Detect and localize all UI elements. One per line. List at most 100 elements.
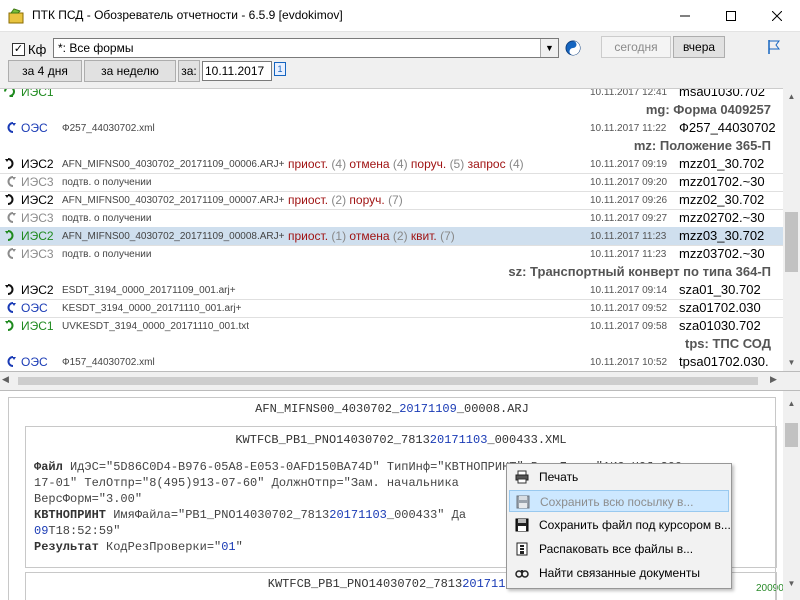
- row-type: ОЭС: [21, 301, 48, 315]
- row-tags: приост. (2) поруч. (7): [288, 193, 403, 207]
- list-row[interactable]: ИЭС1 UVKESDT_3194_0000_20171110_001.txt …: [0, 317, 783, 335]
- row-code: mzz02_30.702: [679, 192, 765, 207]
- list-row[interactable]: ИЭС3 подтв. о получении 10.11.2017 11:23…: [0, 245, 783, 263]
- tag-word: отмена: [349, 229, 390, 243]
- incoming-arrow-icon: [5, 284, 14, 295]
- list-row-selected[interactable]: ИЭС2 AFN_MIFNS00_4030702_20171109_00008.…: [0, 227, 783, 245]
- row-type: ИЭС1: [21, 319, 54, 333]
- section-header: sz: Транспортный конверт по типа 364-П: [0, 263, 783, 281]
- list-scroll-thumb[interactable]: [785, 212, 798, 272]
- row-code: mzz01_30.702: [679, 156, 765, 171]
- row-file: подтв. о получении: [62, 213, 152, 224]
- tag-count: (4): [508, 157, 524, 171]
- row-code: mzz03_30.702: [679, 228, 765, 243]
- section-title: sz: Транспортный конверт по типа 364-П: [508, 264, 771, 279]
- maximize-icon: [726, 11, 736, 21]
- floppy-icon: [516, 495, 530, 509]
- hscroll-thumb[interactable]: [18, 377, 758, 385]
- row-tags: приост. (4) отмена (4) поруч. (5) запрос…: [288, 157, 524, 171]
- tag-word: приост.: [288, 157, 329, 171]
- chevron-down-icon[interactable]: ▼: [540, 39, 558, 57]
- row-type: ИЭС2: [21, 157, 54, 171]
- row-type: ИЭС2: [21, 283, 54, 297]
- kf-checkbox[interactable]: ✓: [12, 43, 25, 56]
- form-filter-select[interactable]: *: Все формы ▼: [53, 38, 559, 58]
- row-file: AFN_MIFNS00_4030702_20171109_00008.ARJ+: [62, 231, 285, 242]
- row-date: 10.11.2017 09:20: [590, 177, 668, 188]
- menu-item-save-file[interactable]: Сохранить файл под курсором в...: [509, 514, 731, 536]
- flag-icon[interactable]: [766, 39, 782, 55]
- list-row[interactable]: ОЭС Ф157_44030702.xml 10.11.2017 10:52 t…: [0, 353, 783, 371]
- tag-count: (7): [440, 229, 455, 243]
- row-file: KESDT_3194_0000_20171110_001.arj+: [62, 303, 242, 314]
- date-input[interactable]: 10.11.2017: [202, 61, 272, 81]
- ies3-arrow-icon: [7, 176, 16, 187]
- scroll-up-icon[interactable]: ▲: [783, 399, 800, 408]
- row-date: 10.11.2017 09:26: [590, 195, 668, 206]
- list-scrollbar[interactable]: ▲ ▼: [783, 88, 800, 371]
- yin-yang-icon[interactable]: [565, 40, 581, 56]
- menu-item-print[interactable]: Печать: [509, 466, 729, 488]
- menu-item-label: Печать: [539, 470, 579, 484]
- list-row[interactable]: ИЭС2 AFN_MIFNS00_4030702_20171109_00006.…: [0, 155, 783, 173]
- list-row-partial[interactable]: ИЭС1 10.11.2017 12:41 msa01030.702: [0, 88, 783, 101]
- row-type: ИЭС3: [21, 247, 54, 261]
- row-type: ИЭС2: [21, 193, 54, 207]
- preview-scrollbar[interactable]: ▲ ▼: [783, 391, 800, 600]
- scroll-left-icon[interactable]: ◀: [2, 374, 9, 385]
- row-code: mzz01702.~30: [679, 174, 765, 189]
- list-row[interactable]: ИЭС2 AFN_MIFNS00_4030702_20171109_00007.…: [0, 191, 783, 209]
- tag-count: (4): [331, 157, 347, 171]
- tag-word: поруч.: [349, 193, 385, 207]
- xml-name: KWTFCB_PB1_PNO14030702_781320171103_0004…: [235, 433, 567, 447]
- tag-word: приост.: [288, 229, 329, 243]
- list-row[interactable]: ОЭС Ф257_44030702.xml 10.11.2017 11:22 Ф…: [0, 119, 783, 137]
- minimize-button[interactable]: [662, 0, 708, 32]
- preview-scroll-thumb[interactable]: [785, 423, 798, 447]
- scroll-down-icon[interactable]: ▼: [783, 354, 800, 371]
- row-code: mzz02702.~30: [679, 210, 765, 225]
- section-title: mz: Положение 365-П: [633, 138, 771, 153]
- scroll-right-icon[interactable]: ▶: [770, 374, 777, 385]
- today-button[interactable]: сегодня: [601, 36, 671, 58]
- week-button[interactable]: за неделю: [84, 60, 176, 82]
- close-icon: [772, 11, 782, 21]
- row-date: 10.11.2017 09:58: [590, 321, 668, 332]
- list-row[interactable]: ИЭС3 подтв. о получении 10.11.2017 09:20…: [0, 173, 783, 191]
- row-file: UVKESDT_3194_0000_20171110_001.txt: [62, 321, 249, 332]
- section-header: mz: Положение 365-П: [0, 137, 783, 155]
- menu-item-save-package[interactable]: Сохранить всю посылку в...: [509, 490, 729, 512]
- row-code: msa01030.702: [679, 88, 766, 99]
- archive-icon: [516, 542, 528, 556]
- section-header: mg: Форма 0409257: [0, 101, 783, 119]
- scroll-up-icon[interactable]: ▲: [783, 88, 800, 105]
- close-button[interactable]: [754, 0, 800, 32]
- menu-item-extract[interactable]: Распаковать все файлы в...: [509, 538, 729, 560]
- scroll-down-icon[interactable]: ▼: [783, 579, 800, 588]
- row-code: sza01030.702: [679, 318, 761, 333]
- date-prefix-button[interactable]: за:: [178, 60, 200, 82]
- row-file: Ф257_44030702.xml: [62, 123, 155, 134]
- section-header: tps: ТПС СОД: [0, 335, 783, 353]
- row-file: подтв. о получении: [62, 249, 152, 260]
- tag-count: (4): [392, 157, 408, 171]
- form-filter-value: *: Все формы: [58, 41, 134, 55]
- tag-word: поруч.: [410, 157, 447, 171]
- list-row[interactable]: ОЭС KESDT_3194_0000_20171110_001.arj+ 10…: [0, 299, 783, 317]
- row-date: 10.11.2017 10:52: [590, 357, 668, 368]
- row-type: ИЭС3: [21, 211, 54, 225]
- menu-item-find-related[interactable]: Найти связанные документы: [509, 562, 729, 584]
- row-date: 10.11.2017 09:19: [590, 159, 668, 170]
- calendar-icon[interactable]: 1: [274, 62, 286, 76]
- list-row[interactable]: ИЭС2 ESDT_3194_0000_20171109_001.arj+ 10…: [0, 281, 783, 299]
- list-row[interactable]: ИЭС3 подтв. о получении 10.11.2017 09:27…: [0, 209, 783, 227]
- document-list[interactable]: ИЭС1 10.11.2017 12:41 msa01030.702 mg: Ф…: [0, 88, 783, 371]
- tag-word: квит.: [410, 229, 437, 243]
- row-type: ИЭС3: [21, 175, 54, 189]
- row-date: 10.11.2017 09:14: [590, 285, 668, 296]
- horizontal-scrollbar[interactable]: ◀ ▶: [0, 371, 800, 391]
- maximize-button[interactable]: [708, 0, 754, 32]
- four-days-button[interactable]: за 4 дня: [8, 60, 82, 82]
- yesterday-button[interactable]: вчера: [673, 36, 725, 58]
- incoming-arrow-icon: [5, 194, 14, 205]
